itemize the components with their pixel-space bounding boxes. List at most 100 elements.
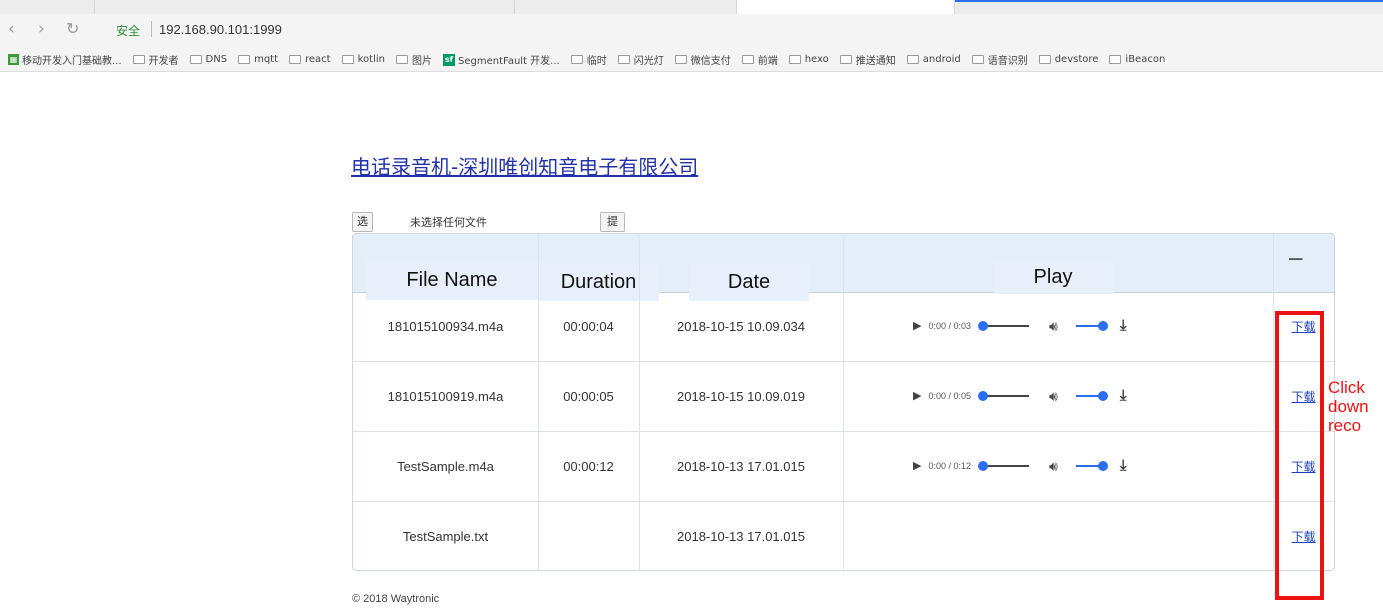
folder-icon [741,55,754,64]
duration-cell: 00:00:12 [563,459,614,474]
volume-knob[interactable] [1097,391,1108,401]
submit-button[interactable]: 提交 [600,212,625,246]
bookmark-label: 前端 [757,56,778,67]
bookmark-item[interactable]: android [906,54,961,65]
header-download-mark: ━━ [1289,253,1303,266]
download-arrow-icon[interactable]: ⤓ [1120,384,1127,408]
player-time: 0:00 / 0:05 [928,391,972,401]
progress-knob[interactable] [978,391,989,401]
folder-icon [395,55,408,64]
forward-icon[interactable]: › [38,20,45,38]
volume-icon[interactable]: 🔊︎ [1049,314,1058,338]
volume-knob[interactable] [1097,461,1108,471]
no-file-label: 未选择任何文件 [410,216,487,229]
segmentfault-icon: sf [442,53,455,66]
folder-icon [788,55,801,64]
annotation-line: Click [1328,378,1365,397]
folder-icon [570,55,583,64]
table-row: TestSample.m4a 00:00:12 2018-10-13 17.01.0… [353,432,1334,502]
download-arrow-icon[interactable]: ⤓ [1120,454,1127,478]
volume-slider[interactable] [1075,461,1108,471]
annotation-line: reco [1328,416,1362,435]
download-arrow-icon[interactable]: ⤓ [1120,314,1127,338]
bookmark-label: 移动开发入门基础教... [22,56,122,67]
volume-icon[interactable]: 🔊︎ [1049,454,1058,478]
reload-icon[interactable]: ↻ [66,20,79,38]
audio-player[interactable]: ▶ 0:00 / 0:05 🔊︎ ⤓ [913,384,1163,408]
bookmark-item[interactable]: 闪光灯 [617,52,664,67]
bookmark-label: 图片 [411,56,432,67]
play-icon[interactable]: ▶ [913,384,921,408]
bookmark-item[interactable]: DNS [189,54,227,65]
progress-knob[interactable] [978,461,989,471]
volume-slider[interactable] [1075,391,1108,401]
folder-icon [617,55,630,64]
date-cell: 2018-10-15 10.09.034 [677,319,805,334]
bookmark-label: 临时 [586,56,607,67]
progress-knob[interactable] [978,321,989,331]
bookmark-label: android [922,54,961,65]
bookmark-item[interactable]: 开发者 [132,52,179,67]
browser-tab-active[interactable] [737,0,955,14]
bookmark-item[interactable]: 语音识别 [971,52,1028,67]
bookmark-label: hexo [804,54,829,65]
bookmark-item[interactable]: 推送通知 [839,52,896,67]
folder-icon [1109,55,1122,64]
bookmark-item[interactable]: mqtt [238,54,278,65]
recordings-table: File Name Duration Date Play ━━ 18101510… [352,233,1335,571]
bookmark-label: 微信支付 [690,56,731,67]
secure-indicator[interactable]: 安全 [116,22,140,39]
browser-tab[interactable] [0,0,95,14]
bookmark-item[interactable]: kotlin [341,54,385,65]
bookmark-item[interactable]: iBeacon [1109,54,1165,65]
duration-cell [538,502,639,570]
folder-icon [1038,55,1051,64]
bookmark-item[interactable]: 图片 [395,52,432,67]
date-cell: 2018-10-13 17.01.015 [677,459,805,474]
volume-slider[interactable] [1075,321,1108,331]
folder-icon [906,55,919,64]
bookmark-item[interactable]: 前端 [741,52,778,67]
play-cell: ▶ 0:00 / 0:05 🔊︎ ⤓ [843,362,1273,432]
file-name-cell: 181015100934.m4a [387,319,504,334]
volume-knob[interactable] [1097,321,1108,331]
progress-slider[interactable] [978,391,1030,401]
play-icon[interactable]: ▶ [913,314,921,338]
bookmark-item[interactable]: 微信支付 [674,52,731,67]
bookmark-item[interactable]: sf SegmentFault 开发... [442,52,560,67]
table-row: 181015100919.m4a 00:00:05 2018-10-15 10.09… [353,362,1334,432]
url-text[interactable]: 192.168.90.101:1999 [159,22,282,37]
url-separator [151,21,152,37]
table-row: TestSample.txt 2018-10-13 17.01.015 下载 [353,502,1334,570]
browser-tab[interactable] [515,0,737,14]
browser-tab[interactable] [95,0,515,14]
back-icon[interactable]: ‹ [8,20,15,38]
bookmark-item[interactable]: ▦ 移动开发入门基础教... [8,52,122,67]
progress-slider[interactable] [978,321,1030,331]
bookmark-item[interactable]: hexo [788,54,829,65]
audio-player[interactable]: ▶ 0:00 / 0:12 🔊︎ ⤓ [913,454,1163,478]
bookmark-label: kotlin [357,54,385,65]
table-row: 181015100934.m4a 00:00:04 2018-10-15 10.09… [353,292,1334,362]
choose-file-button[interactable]: 选择文件 [352,212,373,282]
page-title[interactable]: 电话录音机-深圳唯创知音电子有限公司 [351,151,698,180]
bookmark-item[interactable]: 临时 [570,52,607,67]
folder-icon [132,55,145,64]
play-icon[interactable]: ▶ [913,454,921,478]
play-cell: ▶ 0:00 / 0:12 🔊︎ ⤓ [843,432,1273,502]
play-cell [843,502,1273,570]
bookmark-label: iBeacon [1125,54,1166,65]
green-app-icon: ▦ [8,54,19,65]
bookmark-label: 闪光灯 [633,56,664,67]
duration-cell: 00:00:04 [563,319,614,334]
bookmark-item[interactable]: devstore [1038,54,1098,65]
audio-player[interactable]: ▶ 0:00 / 0:03 🔊︎ ⤓ [913,314,1163,338]
folder-icon [839,55,852,64]
bookmark-item[interactable]: react [289,54,331,65]
folder-icon [674,55,687,64]
bookmark-label: 推送通知 [855,56,896,67]
file-name-cell: TestSample.txt [402,529,489,544]
volume-icon[interactable]: 🔊︎ [1049,384,1058,408]
progress-slider[interactable] [978,461,1030,471]
annotation-text: Click down reco [1328,378,1383,435]
